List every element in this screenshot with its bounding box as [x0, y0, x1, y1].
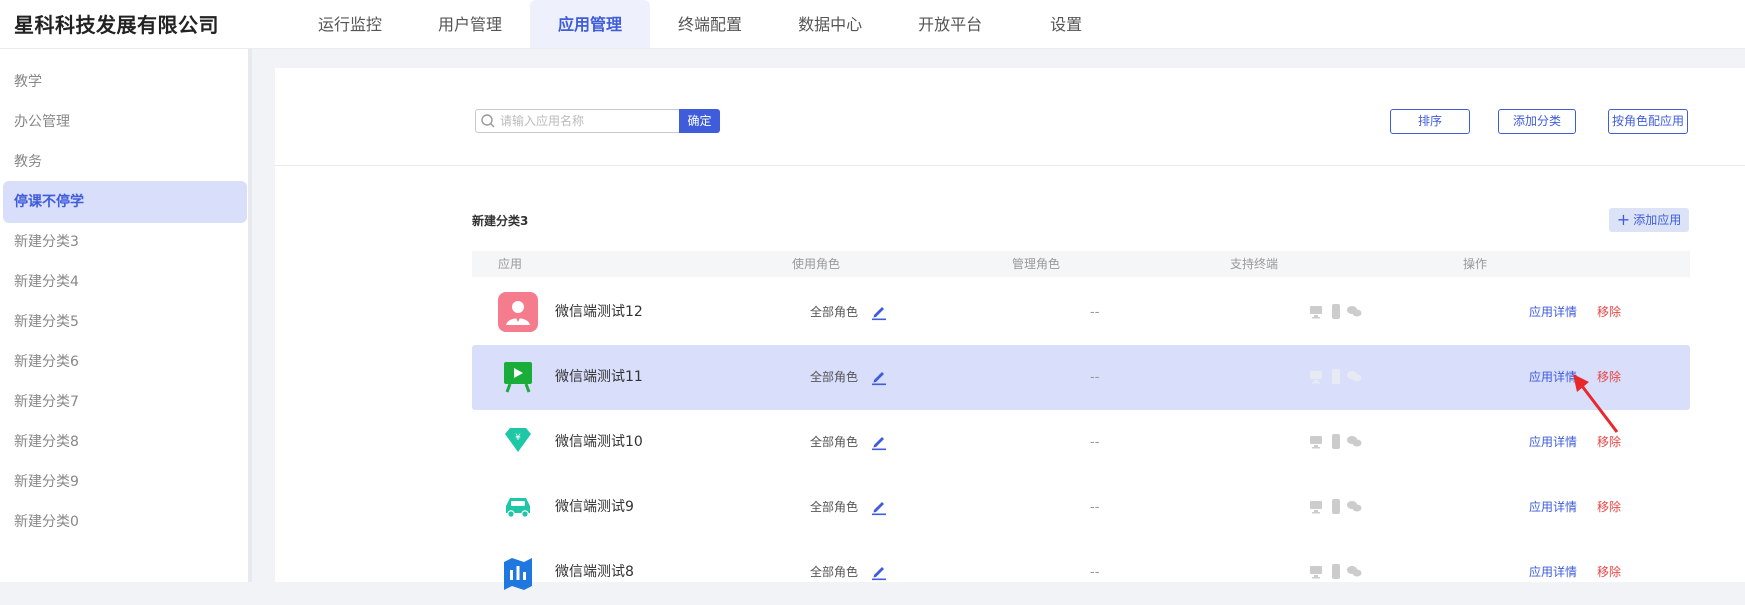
sidebar-item[interactable]: 新建分类6 — [3, 341, 247, 383]
sidebar-item-active[interactable]: 停课不停学 — [3, 181, 247, 223]
table-row: 微信端测试12 全部角色 -- 应用详情 移除 — [472, 280, 1690, 345]
remove-link[interactable]: 移除 — [1597, 280, 1621, 345]
table-row: 微信端测试8 全部角色 -- 应用详情 移除 — [472, 540, 1690, 605]
add-app-label: 添加应用 — [1633, 213, 1682, 227]
table-row-selected: 微信端测试11 全部角色 -- 应用详情 移除 — [472, 345, 1690, 410]
app-detail-link[interactable]: 应用详情 — [1529, 280, 1577, 345]
main-panel: 确定 排序 添加分类 按角色配应用 新建分类3 +添加应用 应用 使用角色 管理… — [275, 68, 1745, 590]
edit-icon[interactable] — [870, 368, 888, 386]
search-confirm-button[interactable]: 确定 — [679, 109, 720, 133]
edit-icon[interactable] — [870, 303, 888, 321]
nav-tab-apps[interactable]: 应用管理 — [530, 0, 651, 48]
category-title: 新建分类3 — [472, 214, 529, 228]
top-bar: 星科科技发展有限公司 运行监控 用户管理 应用管理 终端配置 数据中心 开放平台… — [0, 0, 1745, 49]
use-role: 全部角色 — [810, 500, 859, 514]
use-role: 全部角色 — [810, 370, 859, 384]
app-name: 微信端测试8 — [555, 564, 634, 580]
money-diamond-icon: ¥ — [505, 428, 531, 452]
app-detail-link[interactable]: 应用详情 — [1529, 475, 1577, 540]
sort-button[interactable]: 排序 — [1390, 109, 1470, 134]
terminal-icons — [1310, 369, 1362, 384]
sidebar-item[interactable]: 教务 — [3, 141, 247, 183]
app-name: 微信端测试9 — [555, 499, 634, 515]
edit-icon[interactable] — [870, 433, 888, 451]
terminal-icons — [1310, 499, 1362, 514]
manage-role: -- — [1090, 435, 1100, 450]
add-app-button[interactable]: + 添加应用 — [1609, 208, 1689, 232]
manage-role: -- — [1090, 305, 1100, 320]
header-actions: 操作 — [1463, 257, 1488, 271]
table-header: 应用 使用角色 管理角色 支持终端 操作 — [472, 251, 1690, 277]
search-box — [475, 109, 680, 133]
edit-icon[interactable] — [870, 563, 888, 581]
company-name: 星科科技发展有限公司 — [14, 13, 219, 37]
nav-tab-users[interactable]: 用户管理 — [410, 0, 530, 48]
terminal-icons — [1310, 304, 1362, 319]
nav-tab-settings[interactable]: 设置 — [1010, 0, 1110, 48]
terminal-icons — [1310, 434, 1362, 449]
nav-tab-monitor[interactable]: 运行监控 — [290, 0, 410, 48]
table-row: ¥ 微信端测试10 全部角色 -- 应用详情 移除 — [472, 410, 1690, 475]
header-terminals: 支持终端 — [1230, 257, 1279, 271]
header-app: 应用 — [498, 257, 523, 271]
table-row: 微信端测试9 全部角色 -- 应用详情 移除 — [472, 475, 1690, 540]
search-icon — [481, 114, 495, 128]
app-detail-link[interactable]: 应用详情 — [1529, 540, 1577, 605]
use-role: 全部角色 — [810, 565, 859, 579]
nav-tab-open-platform[interactable]: 开放平台 — [890, 0, 1010, 48]
sidebar-item[interactable]: 新建分类5 — [3, 301, 247, 343]
edit-icon[interactable] — [870, 498, 888, 516]
sidebar-item[interactable]: 新建分类8 — [3, 421, 247, 463]
app-name: 微信端测试11 — [555, 369, 643, 385]
use-role: 全部角色 — [810, 435, 859, 449]
main-nav: 运行监控 用户管理 应用管理 终端配置 数据中心 开放平台 设置 — [290, 0, 1110, 48]
header-use-role: 使用角色 — [792, 257, 841, 271]
svg-text:¥: ¥ — [515, 433, 521, 443]
nav-tab-data-center[interactable]: 数据中心 — [770, 0, 890, 48]
sidebar-item[interactable]: 办公管理 — [3, 101, 247, 143]
manage-role: -- — [1090, 500, 1100, 515]
category-sidebar: 教学 办公管理 教务 停课不停学 新建分类3 新建分类4 新建分类5 新建分类6… — [0, 49, 252, 582]
sidebar-item[interactable]: 新建分类7 — [3, 381, 247, 423]
sidebar-item[interactable]: 新建分类9 — [3, 461, 247, 503]
use-role: 全部角色 — [810, 305, 859, 319]
annotation-arrow-icon — [1573, 374, 1619, 433]
remove-link[interactable]: 移除 — [1597, 540, 1621, 605]
sidebar-item[interactable]: 新建分类3 — [3, 221, 247, 263]
remove-link[interactable]: 移除 — [1597, 475, 1621, 540]
search-input[interactable] — [500, 111, 675, 131]
header-manage-role: 管理角色 — [1012, 257, 1061, 271]
divider — [275, 165, 1745, 166]
add-category-button[interactable]: 添加分类 — [1498, 109, 1576, 134]
terminal-icons — [1310, 564, 1362, 579]
sidebar-item[interactable]: 新建分类4 — [3, 261, 247, 303]
manage-role: -- — [1090, 370, 1100, 385]
manage-role: -- — [1090, 565, 1100, 580]
sidebar-item[interactable]: 教学 — [3, 61, 247, 103]
nav-tab-terminals[interactable]: 终端配置 — [650, 0, 770, 48]
map-icon — [504, 558, 532, 590]
sidebar-item[interactable]: 新建分类0 — [3, 501, 247, 543]
user-avatar-icon — [498, 292, 538, 332]
assign-apps-by-role-button[interactable]: 按角色配应用 — [1608, 109, 1688, 134]
plus-icon: + — [1616, 210, 1631, 229]
app-name: 微信端测试12 — [555, 304, 643, 320]
video-board-icon — [504, 362, 532, 393]
app-name: 微信端测试10 — [555, 434, 643, 450]
car-icon — [506, 498, 530, 518]
